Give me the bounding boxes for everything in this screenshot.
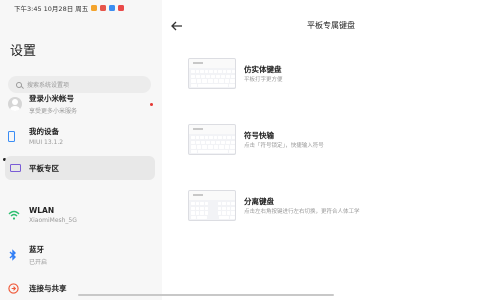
sidebar-item-subtitle: 享受更多小米服务	[29, 108, 78, 115]
home-indicator[interactable]	[0, 294, 500, 296]
sidebar-item-label: 我的设备	[29, 127, 59, 136]
keyboard-preview-image	[188, 124, 236, 155]
option-description: 点击左右角按键进行左右切换，更符合人体工学	[244, 209, 360, 215]
option-description: 点击「符号锁定」，快捷输入符号	[244, 143, 324, 149]
settings-sidebar: 设置 搜索系统设置项 登录小米帐号 享受更多小米服务 我的设备 MIUI 13.…	[0, 14, 162, 300]
sidebar-item-label: 平板专区	[29, 163, 59, 173]
notification-icon	[100, 5, 107, 11]
status-time: 下午3:45 10月28日 周五	[14, 5, 89, 13]
bluetooth-icon	[8, 249, 18, 261]
panel-title: 平板专属键盘	[307, 21, 355, 30]
sidebar-item-label: 蓝牙	[29, 245, 44, 254]
sidebar-item-wlan[interactable]: WLAN XiaomiMesh_5G	[0, 204, 162, 226]
option-symbol-quick-input[interactable]: 符号快输 点击「符号锁定」，快捷输入符号	[188, 124, 488, 158]
sidebar-item-subtitle: 已开启	[29, 259, 48, 266]
notification-badge	[150, 102, 153, 106]
sidebar-item-tablet-zone[interactable]: 平板专区	[5, 156, 155, 180]
notification-icon	[91, 5, 98, 11]
status-left: 下午3:45 10月28日 周五	[14, 3, 125, 13]
option-title: 仿实体键盘	[244, 65, 282, 74]
option-physical-keyboard[interactable]: 仿实体键盘 平板打字更方便	[188, 58, 488, 92]
sidebar-item-label: WLAN	[29, 206, 55, 215]
notification-icon	[109, 5, 116, 11]
sidebar-item-subtitle: XiaomiMesh_5G	[29, 217, 77, 224]
notification-icon	[118, 5, 125, 11]
tablet-keyboard-panel: 平板专属键盘 仿实体键盘 平板打字更方便 符号快输 点击「符号锁定」，快捷输入符…	[162, 0, 500, 300]
search-placeholder: 搜索系统设置项	[27, 82, 70, 89]
page-title: 设置	[10, 44, 37, 59]
option-title: 分离键盘	[244, 197, 274, 206]
share-icon	[8, 282, 19, 294]
sidebar-item-my-device[interactable]: 我的设备 MIUI 13.1.2	[0, 125, 162, 147]
sidebar-item-bluetooth[interactable]: 蓝牙 已开启	[0, 244, 162, 266]
screen: 下午3:45 10月28日 周五 设置 搜索系统设置项 登录小米帐号 享受更多小…	[0, 0, 500, 300]
keyboard-preview-image	[188, 190, 236, 221]
sidebar-item-label: 连接与共享	[29, 283, 67, 293]
search-icon	[16, 81, 22, 88]
option-description: 平板打字更方便	[244, 77, 283, 83]
option-title: 符号快输	[244, 131, 274, 140]
wifi-icon	[8, 210, 20, 220]
avatar-icon	[8, 97, 22, 111]
sidebar-item-subtitle: MIUI 13.1.2	[29, 139, 64, 146]
phone-icon	[8, 130, 15, 142]
option-split-keyboard[interactable]: 分离键盘 点击左右角按键进行左右切换，更符合人体工学	[188, 190, 488, 224]
tablet-icon	[10, 164, 21, 172]
keyboard-preview-image	[188, 58, 236, 89]
sidebar-item-label: 登录小米帐号	[29, 94, 74, 103]
sidebar-item-account[interactable]: 登录小米帐号 享受更多小米服务	[0, 93, 162, 115]
search-input[interactable]: 搜索系统设置项	[8, 76, 151, 93]
